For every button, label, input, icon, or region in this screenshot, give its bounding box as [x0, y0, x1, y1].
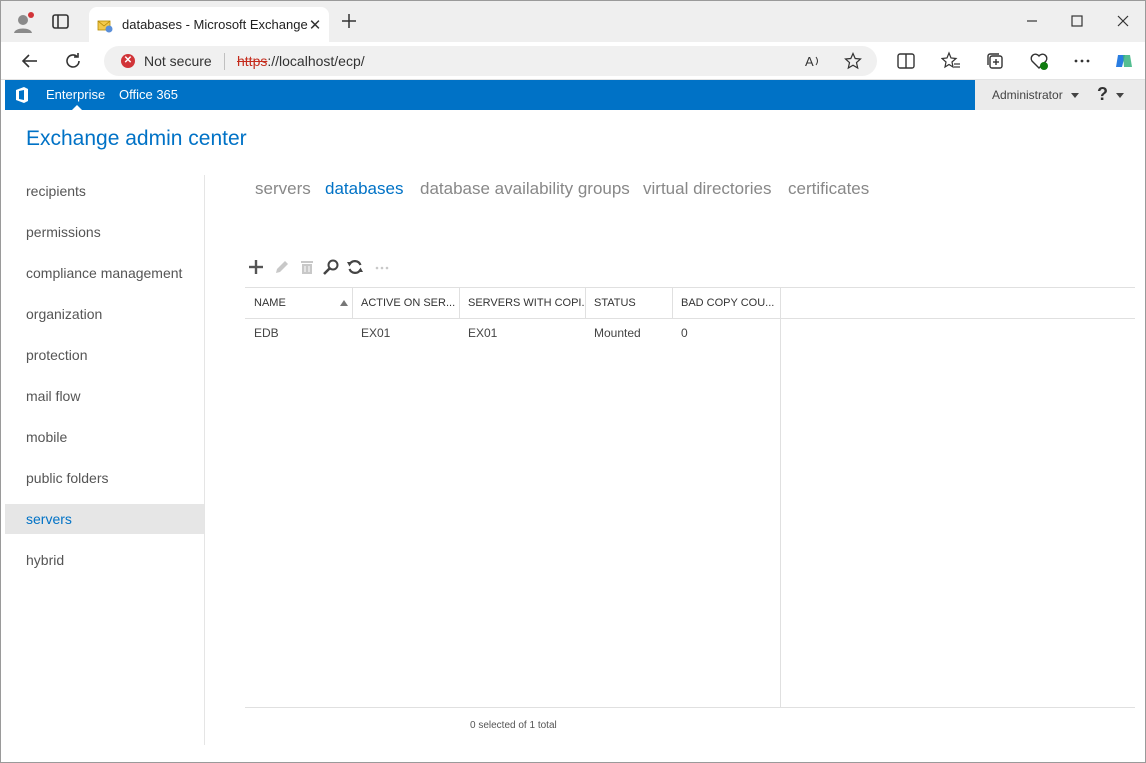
selection-status: 0 selected of 1 total — [470, 720, 557, 731]
tab-title: databases - Microsoft Exchange — [122, 17, 308, 32]
search-icon[interactable] — [322, 258, 340, 276]
grid-header: NAME ACTIVE ON SER... SERVERS WITH COPI.… — [245, 288, 1135, 319]
nav-item-permissions[interactable]: permissions — [5, 217, 204, 247]
nav-item-mail-flow[interactable]: mail flow — [5, 381, 204, 411]
databases-grid: NAME ACTIVE ON SER... SERVERS WITH COPI.… — [245, 287, 1135, 708]
user-menu[interactable]: Administrator — [992, 88, 1063, 102]
url-scheme: https — [237, 53, 268, 69]
close-tab-icon[interactable]: ✕ — [307, 16, 323, 34]
tab-database-availability-groups[interactable]: database availability groups — [420, 179, 630, 199]
grid-footer-line — [245, 707, 1135, 708]
security-label[interactable]: Not secure — [144, 53, 212, 69]
copilot-icon[interactable] — [1114, 51, 1134, 71]
read-aloud-icon[interactable]: A — [804, 52, 822, 70]
enterprise-link[interactable]: Enterprise — [46, 87, 105, 102]
tab-virtual-directories[interactable]: virtual directories — [643, 179, 772, 199]
o365-topbar: Enterprise Office 365 — [5, 80, 975, 110]
collections-icon[interactable] — [985, 51, 1005, 71]
office-logo-icon[interactable] — [13, 86, 31, 104]
cell-status: Mounted — [594, 326, 641, 340]
column-header-label: NAME — [254, 297, 286, 309]
user-bar: Administrator ? — [975, 80, 1145, 110]
tab-active[interactable]: databases - Microsoft Exchange ✕ — [89, 7, 329, 42]
favorite-star-icon[interactable] — [844, 52, 862, 70]
left-navigation: recipients permissions compliance manage… — [5, 175, 205, 745]
tab-databases[interactable]: databases — [325, 179, 403, 199]
selected-indicator — [72, 105, 82, 110]
url-text[interactable]: https://localhost/ecp/ — [237, 53, 365, 69]
column-header-active-on-server[interactable]: ACTIVE ON SER... — [352, 288, 460, 318]
maximize-icon[interactable] — [1067, 11, 1087, 31]
settings-more-icon[interactable] — [1072, 51, 1092, 71]
nav-item-hybrid[interactable]: hybrid — [5, 545, 204, 575]
tab-strip: databases - Microsoft Exchange ✕ — [1, 1, 1145, 42]
back-icon[interactable] — [20, 51, 40, 71]
sort-ascending-icon — [340, 300, 348, 306]
page-title: Exchange admin center — [26, 127, 247, 150]
nav-item-servers[interactable]: servers — [5, 504, 204, 534]
tab-actions-icon[interactable] — [51, 13, 71, 31]
browser-essentials-icon[interactable] — [1029, 51, 1049, 71]
close-window-icon[interactable] — [1113, 11, 1133, 31]
cell-bad-copy-count: 0 — [681, 326, 688, 340]
minimize-icon[interactable] — [1022, 11, 1042, 31]
more-icon[interactable] — [373, 258, 391, 276]
column-header-name[interactable]: NAME — [245, 288, 353, 318]
help-icon[interactable]: ? — [1097, 84, 1108, 105]
chevron-down-icon[interactable] — [1116, 93, 1124, 98]
address-bar[interactable]: ✕ Not secure https://localhost/ecp/ A — [104, 46, 877, 76]
office365-link[interactable]: Office 365 — [119, 87, 178, 102]
address-divider — [224, 53, 225, 70]
nav-item-protection[interactable]: protection — [5, 340, 204, 370]
browser-toolbar: ✕ Not secure https://localhost/ecp/ A — [1, 42, 1145, 80]
favorites-icon[interactable] — [941, 51, 961, 71]
nav-item-mobile[interactable]: mobile — [5, 422, 204, 452]
refresh-icon[interactable] — [346, 258, 364, 276]
browser-window: databases - Microsoft Exchange ✕ ✕ Not s… — [0, 0, 1146, 763]
column-header-bad-copy-count[interactable]: BAD COPY COU... — [672, 288, 781, 318]
refresh-page-icon[interactable] — [63, 51, 83, 71]
tab-servers[interactable]: servers — [255, 179, 311, 199]
split-screen-icon[interactable] — [896, 51, 916, 71]
nav-item-compliance-management[interactable]: compliance management — [5, 258, 204, 288]
new-tab-icon[interactable] — [339, 11, 359, 31]
delete-icon[interactable] — [298, 258, 316, 276]
not-secure-icon[interactable]: ✕ — [121, 54, 135, 68]
exchange-favicon-icon — [97, 20, 113, 33]
chevron-down-icon[interactable] — [1071, 93, 1079, 98]
grid-divider — [780, 288, 781, 708]
nav-item-organization[interactable]: organization — [5, 299, 204, 329]
edit-icon[interactable] — [273, 258, 291, 276]
column-header-status[interactable]: STATUS — [585, 288, 673, 318]
column-header-servers-with-copies[interactable]: SERVERS WITH COPI... — [459, 288, 586, 318]
url-rest: ://localhost/ecp/ — [267, 53, 365, 69]
table-row[interactable]: EDB EX01 EX01 Mounted 0 — [245, 326, 780, 346]
svg-text:A: A — [805, 54, 814, 69]
profile-icon[interactable] — [12, 12, 34, 34]
nav-item-recipients[interactable]: recipients — [5, 176, 204, 206]
cell-name: EDB — [254, 326, 279, 340]
cell-active-on-server: EX01 — [361, 326, 391, 340]
tab-certificates[interactable]: certificates — [788, 179, 869, 199]
cell-servers-with-copies: EX01 — [468, 326, 498, 340]
add-icon[interactable] — [247, 258, 265, 276]
nav-item-public-folders[interactable]: public folders — [5, 463, 204, 493]
